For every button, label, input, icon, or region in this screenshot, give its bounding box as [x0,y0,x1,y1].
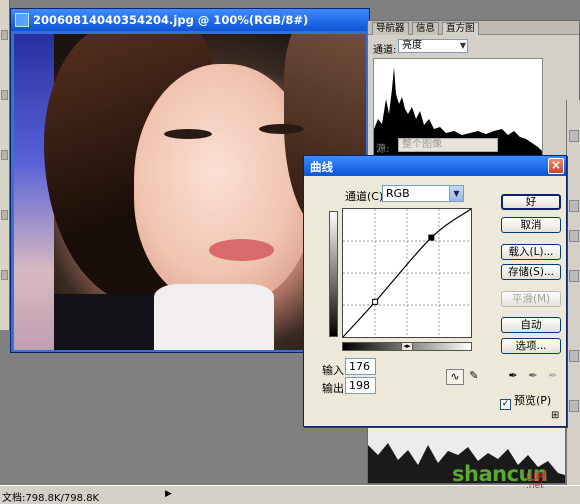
palette-icon[interactable] [569,350,579,362]
histogram-source-value: 整个图像 [402,139,442,150]
photo-lips [209,239,274,261]
input-field[interactable]: 176 [345,358,376,375]
options-button[interactable]: 选项... [501,338,561,354]
photo-jacket [54,294,164,350]
curve-svg[interactable] [342,208,472,338]
histogram-channel-label: 通道: [373,45,397,56]
histogram-channel-select[interactable]: 亮度 [398,39,468,53]
histogram-source-select[interactable]: 整个图像 [398,138,498,152]
palette-icon[interactable] [569,400,579,412]
gradient-toggle-icon[interactable]: ◂▸ [401,342,413,351]
right-palette-strip [566,100,580,504]
photo-collar [154,284,274,350]
load-button[interactable]: 载入(L)... [501,244,561,260]
photo-eye [164,129,212,139]
tab-navigator[interactable]: 导航器 [372,22,409,35]
palette-icon[interactable] [569,130,579,142]
output-gradient-bar [329,211,338,337]
curves-channel-value: RGB [386,187,410,200]
palette-tabs: 导航器 信息 直方图 [368,21,579,35]
tool-strip [0,0,10,330]
pencil-icon[interactable]: ✎ [465,369,483,385]
ok-button[interactable]: 好 [501,194,561,210]
curve-point-tool-icon[interactable]: ∿ [446,369,464,385]
histogram-channel-value: 亮度 [402,40,422,51]
close-icon[interactable]: × [548,158,564,174]
curves-titlebar[interactable]: 曲线 × [304,156,566,176]
tool-icon[interactable] [1,210,8,220]
preview-label: 预览(P) [514,394,552,407]
tool-icon[interactable] [1,150,8,160]
tab-info[interactable]: 信息 [412,22,440,35]
palette-icon[interactable] [569,270,579,282]
curves-channel-select[interactable]: RGB ▼ [382,185,464,202]
curve-graph[interactable] [342,208,472,338]
checkbox-icon[interactable]: ✓ [500,399,511,410]
palette-icon[interactable] [569,200,579,212]
eyedropper-group: ✒ ✒ ✒ [506,369,560,383]
tab-histogram[interactable]: 直方图 [442,22,479,35]
curve-grid-lines [343,209,471,337]
resize-grip-icon[interactable]: ⊞ [551,411,563,423]
black-eyedropper-icon[interactable]: ✒ [506,369,520,383]
smooth-button[interactable]: 平滑(M) [501,291,561,307]
status-arrow-icon[interactable]: ▶ [165,489,172,499]
document-titlebar[interactable]: 20060814040354204.jpg @ 100%(RGB/8#) [11,9,369,31]
preview-checkbox[interactable]: ✓ 预览(P) [500,392,551,410]
curves-title: 曲线 [310,160,333,174]
curves-dialog: 曲线 × 通道(C): RGB ▼ ◂▸ 输入: 176 输出: 198 ∿ ✎… [303,155,567,427]
photo-eye [259,124,304,134]
histogram-source-label: 源: [376,144,390,155]
input-label: 输入: [322,364,348,377]
save-button[interactable]: 存储(S)... [501,264,561,280]
status-bar: 文档:798.8K/798.8K ▶ [0,485,580,504]
document-size-info: 文档:798.8K/798.8K [2,493,100,504]
palette-icon[interactable] [569,230,579,242]
cancel-button[interactable]: 取消 [501,217,561,233]
white-eyedropper-icon[interactable]: ✒ [546,369,560,383]
gray-eyedropper-icon[interactable]: ✒ [526,369,540,383]
curve-control-point[interactable] [372,298,379,305]
chevron-down-icon[interactable]: ▼ [449,186,463,201]
document-title: 20060814040354204.jpg @ 100%(RGB/8#) [33,13,309,27]
watermark-sub2: .net [526,481,544,491]
curves-channel-label: 通道(C): [345,190,387,203]
output-field[interactable]: 198 [345,377,376,394]
tool-icon[interactable] [1,270,8,280]
curve-control-point[interactable] [428,234,435,241]
tool-icon[interactable] [1,30,8,40]
tool-icon[interactable] [1,90,8,100]
input-gradient-bar: ◂▸ [342,342,472,351]
auto-button[interactable]: 自动 [501,317,561,333]
document-icon [15,13,29,27]
output-label: 输出: [322,382,348,395]
